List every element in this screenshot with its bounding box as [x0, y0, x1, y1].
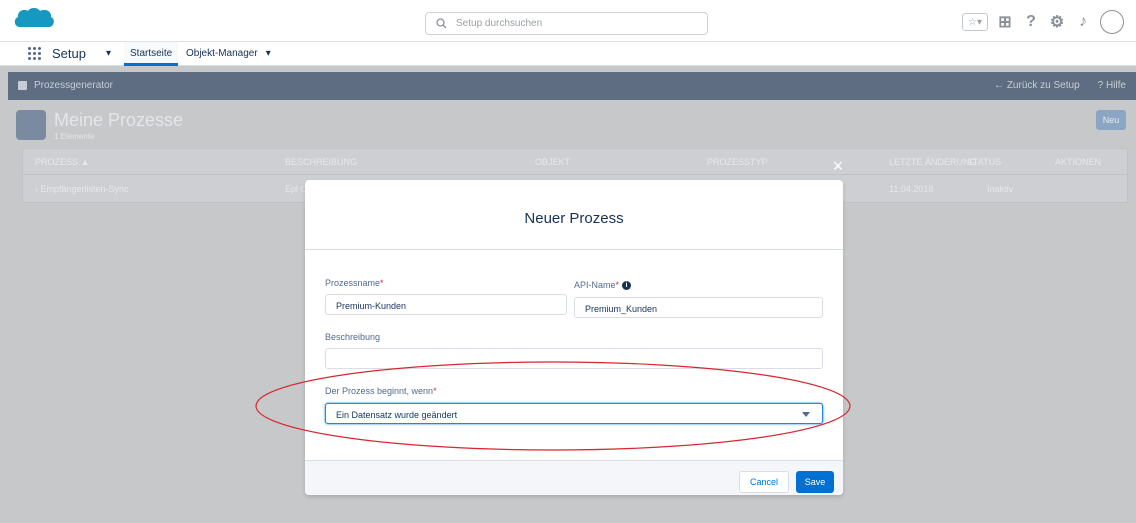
- app-name: Setup: [52, 46, 86, 61]
- app-nav-bar: Setup ▾ Startseite Objekt-Manager ▾: [0, 42, 1136, 66]
- api-name-input[interactable]: Premium_Kunden: [574, 297, 823, 318]
- column-header: AKTIONEN: [1055, 157, 1102, 167]
- api-name-label: API-Name* i: [574, 280, 632, 290]
- info-icon[interactable]: i: [622, 281, 632, 290]
- salesforce-logo[interactable]: [12, 5, 56, 35]
- help-icon[interactable]: ?: [1022, 13, 1040, 31]
- starts-when-label: Der Prozess beginnt, wenn*: [325, 386, 437, 396]
- help-link[interactable]: ? Hilfe: [1098, 80, 1126, 91]
- tab-label: Startseite: [130, 48, 173, 59]
- column-header: STATUS: [967, 157, 1002, 167]
- favorites-icon[interactable]: ☆▾: [962, 13, 988, 31]
- modal-title: Neuer Prozess: [524, 210, 624, 227]
- chevron-down-icon[interactable]: ▾: [106, 48, 111, 59]
- table-header-row: PROZESS ▲ BESCHREIBUNG OBJEKT PROZESSTYP…: [23, 149, 1127, 175]
- modal-close-button[interactable]: ×: [830, 157, 846, 175]
- global-header: Setup durchsuchen ☆▾ ⊞ ? ⚙ ♪: [0, 0, 1136, 42]
- avatar[interactable]: [1100, 10, 1124, 34]
- new-process-modal: Neuer Prozess Prozessname* Premium-Kunde…: [305, 180, 843, 495]
- add-icon[interactable]: ⊞: [996, 13, 1014, 31]
- column-header: PROZESSTYP: [707, 157, 768, 167]
- column-header: LETZTE ÄNDERUNG: [889, 157, 977, 167]
- search-icon: [436, 18, 447, 29]
- description-label: Beschreibung: [325, 332, 381, 342]
- notifications-bell-icon[interactable]: ♪: [1074, 13, 1092, 31]
- setup-search-input[interactable]: Setup durchsuchen: [425, 12, 708, 35]
- cancel-button[interactable]: Cancel: [739, 471, 789, 493]
- page-context-bar: Prozessgenerator ← Zurück zu Setup ? Hil…: [8, 72, 1136, 100]
- app-launcher-icon[interactable]: [27, 46, 42, 61]
- chevron-down-icon[interactable]: ▾: [266, 48, 271, 59]
- new-button[interactable]: Neu: [1096, 110, 1126, 130]
- column-header: OBJEKT: [535, 157, 571, 167]
- save-button[interactable]: Save: [796, 471, 834, 493]
- process-name-input[interactable]: Premium-Kunden: [325, 294, 567, 315]
- description-input[interactable]: [325, 348, 823, 369]
- status-cell: Inaktiv: [987, 184, 1014, 194]
- tab-label: Objekt-Manager: [186, 48, 258, 59]
- column-header[interactable]: PROZESS ▲: [35, 157, 89, 167]
- process-icon: [16, 110, 46, 140]
- page-subtitle: 1 Elemente: [54, 132, 95, 141]
- starts-when-select[interactable]: Ein Datensatz wurde geändert: [325, 403, 823, 424]
- column-header: BESCHREIBUNG: [285, 157, 358, 167]
- setup-gear-icon[interactable]: ⚙: [1048, 13, 1066, 31]
- header-icons: ☆▾ ⊞ ? ⚙ ♪: [962, 9, 1124, 35]
- page-title: Meine Prozesse: [54, 110, 184, 130]
- modal-header: Neuer Prozess: [305, 180, 843, 250]
- tab-objekt-manager[interactable]: Objekt-Manager ▾: [180, 42, 277, 66]
- dropdown-caret-icon: [802, 412, 810, 417]
- page-context-title: Prozessgenerator: [34, 80, 113, 91]
- description-cell: Epl C: [285, 184, 308, 194]
- tab-startseite[interactable]: Startseite: [124, 42, 179, 66]
- process-builder-icon: [18, 81, 27, 90]
- search-placeholder: Setup durchsuchen: [456, 18, 543, 29]
- starts-when-value: Ein Datensatz wurde geändert: [336, 410, 458, 420]
- back-to-setup-link[interactable]: ← Zurück zu Setup: [994, 80, 1080, 91]
- process-name-cell[interactable]: › Empfängerlisten-Sync: [35, 184, 129, 194]
- last-modified-cell: 11.04.2018: [889, 184, 934, 194]
- process-name-label: Prozessname*: [325, 278, 384, 288]
- modal-footer: Cancel Save: [305, 460, 843, 495]
